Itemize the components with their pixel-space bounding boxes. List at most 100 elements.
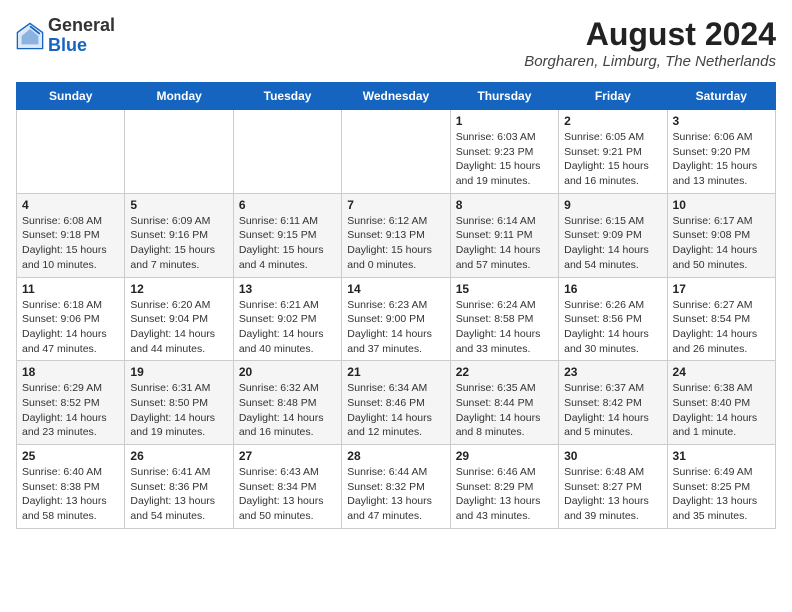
calendar-day-cell: 24Sunrise: 6:38 AM Sunset: 8:40 PM Dayli… (667, 361, 775, 445)
calendar-day-cell: 23Sunrise: 6:37 AM Sunset: 8:42 PM Dayli… (559, 361, 667, 445)
calendar-day-header: Tuesday (233, 83, 341, 110)
day-info: Sunrise: 6:44 AM Sunset: 8:32 PM Dayligh… (347, 465, 444, 524)
calendar-day-cell: 13 Sunrise: 6:21 AM Sunset: 9:02 PM Dayli… (233, 277, 341, 361)
day-number: 31 (673, 449, 770, 463)
calendar-day-cell: 12Sunrise: 6:20 AM Sunset: 9:04 PM Dayli… (125, 277, 233, 361)
day-info: Sunrise: 6:48 AM Sunset: 8:27 PM Dayligh… (564, 465, 661, 524)
day-number: 7 (347, 198, 444, 212)
logo: General Blue (16, 16, 115, 56)
day-info: Sunrise: 6:41 AM Sunset: 8:36 PM Dayligh… (130, 465, 227, 524)
day-number: 12 (130, 282, 227, 296)
calendar-day-cell: 25 Sunrise: 6:40 AM Sunset: 8:38 PM Dayli… (17, 445, 125, 529)
calendar-day-cell: 20Sunrise: 6:32 AM Sunset: 8:48 PM Dayli… (233, 361, 341, 445)
calendar-day-header: Sunday (17, 83, 125, 110)
day-info: Sunrise: 6:34 AM Sunset: 8:46 PM Dayligh… (347, 381, 444, 440)
calendar-day-cell: 6 Sunrise: 6:11 AM Sunset: 9:15 PM Daylig… (233, 193, 341, 277)
day-number: 15 (456, 282, 553, 296)
location-subtitle: Borgharen, Limburg, The Netherlands (524, 53, 776, 70)
day-number: 22 (456, 365, 553, 379)
calendar-day-cell: 19 Sunrise: 6:31 AM Sunset: 8:50 PM Dayli… (125, 361, 233, 445)
day-info: Sunrise: 6:26 AM Sunset: 8:56 PM Dayligh… (564, 298, 661, 357)
calendar-day-cell: 22 Sunrise: 6:35 AM Sunset: 8:44 PM Dayli… (450, 361, 558, 445)
day-info: Sunrise: 6:17 AM Sunset: 9:08 PM Dayligh… (673, 214, 770, 273)
day-info: Sunrise: 6:21 AM Sunset: 9:02 PM Dayligh… (239, 298, 336, 357)
day-number: 13 (239, 282, 336, 296)
calendar-day-cell: 5 Sunrise: 6:09 AM Sunset: 9:16 PM Daylig… (125, 193, 233, 277)
calendar-day-header: Thursday (450, 83, 558, 110)
day-info: Sunrise: 6:06 AM Sunset: 9:20 PM Dayligh… (673, 130, 770, 189)
day-info: Sunrise: 6:29 AM Sunset: 8:52 PM Dayligh… (22, 381, 119, 440)
calendar-day-cell: 14Sunrise: 6:23 AM Sunset: 9:00 PM Dayli… (342, 277, 450, 361)
calendar-week-row: 25 Sunrise: 6:40 AM Sunset: 8:38 PM Dayli… (17, 445, 776, 529)
day-number: 10 (673, 198, 770, 212)
calendar-week-row: 4 Sunrise: 6:08 AM Sunset: 9:18 PM Daylig… (17, 193, 776, 277)
calendar-day-cell: 16 Sunrise: 6:26 AM Sunset: 8:56 PM Dayli… (559, 277, 667, 361)
calendar-day-cell: 4 Sunrise: 6:08 AM Sunset: 9:18 PM Daylig… (17, 193, 125, 277)
calendar-day-cell (17, 110, 125, 194)
calendar-day-cell (233, 110, 341, 194)
day-number: 29 (456, 449, 553, 463)
title-area: August 2024 Borgharen, Limburg, The Neth… (524, 16, 776, 70)
day-number: 9 (564, 198, 661, 212)
day-number: 1 (456, 114, 553, 128)
calendar-day-cell: 3 Sunrise: 6:06 AM Sunset: 9:20 PM Daylig… (667, 110, 775, 194)
day-number: 4 (22, 198, 119, 212)
day-info: Sunrise: 6:12 AM Sunset: 9:13 PM Dayligh… (347, 214, 444, 273)
calendar-day-cell: 10 Sunrise: 6:17 AM Sunset: 9:08 PM Dayli… (667, 193, 775, 277)
day-number: 26 (130, 449, 227, 463)
day-number: 25 (22, 449, 119, 463)
day-info: Sunrise: 6:38 AM Sunset: 8:40 PM Dayligh… (673, 381, 770, 440)
calendar-day-cell: 27 Sunrise: 6:43 AM Sunset: 8:34 PM Dayli… (233, 445, 341, 529)
calendar-day-cell: 31 Sunrise: 6:49 AM Sunset: 8:25 PM Dayli… (667, 445, 775, 529)
day-number: 23 (564, 365, 661, 379)
day-info: Sunrise: 6:35 AM Sunset: 8:44 PM Dayligh… (456, 381, 553, 440)
day-number: 16 (564, 282, 661, 296)
logo-text: General Blue (48, 16, 115, 56)
day-number: 3 (673, 114, 770, 128)
day-number: 11 (22, 282, 119, 296)
calendar-day-cell: 8 Sunrise: 6:14 AM Sunset: 9:11 PM Daylig… (450, 193, 558, 277)
day-info: Sunrise: 6:49 AM Sunset: 8:25 PM Dayligh… (673, 465, 770, 524)
calendar-day-cell: 9 Sunrise: 6:15 AM Sunset: 9:09 PM Daylig… (559, 193, 667, 277)
calendar-day-cell: 2 Sunrise: 6:05 AM Sunset: 9:21 PM Daylig… (559, 110, 667, 194)
day-info: Sunrise: 6:43 AM Sunset: 8:34 PM Dayligh… (239, 465, 336, 524)
day-number: 14 (347, 282, 444, 296)
calendar-day-cell: 30Sunrise: 6:48 AM Sunset: 8:27 PM Dayli… (559, 445, 667, 529)
calendar-table: SundayMondayTuesdayWednesdayThursdayFrid… (16, 82, 776, 529)
day-info: Sunrise: 6:09 AM Sunset: 9:16 PM Dayligh… (130, 214, 227, 273)
calendar-day-cell: 26 Sunrise: 6:41 AM Sunset: 8:36 PM Dayli… (125, 445, 233, 529)
calendar-day-cell: 15Sunrise: 6:24 AM Sunset: 8:58 PM Dayli… (450, 277, 558, 361)
day-number: 2 (564, 114, 661, 128)
page-header: General Blue August 2024 Borgharen, Limb… (16, 16, 776, 70)
month-year-title: August 2024 (524, 16, 776, 53)
day-info: Sunrise: 6:03 AM Sunset: 9:23 PM Dayligh… (456, 130, 553, 189)
day-number: 20 (239, 365, 336, 379)
day-info: Sunrise: 6:40 AM Sunset: 8:38 PM Dayligh… (22, 465, 119, 524)
day-info: Sunrise: 6:11 AM Sunset: 9:15 PM Dayligh… (239, 214, 336, 273)
calendar-day-cell: 29Sunrise: 6:46 AM Sunset: 8:29 PM Dayli… (450, 445, 558, 529)
day-info: Sunrise: 6:31 AM Sunset: 8:50 PM Dayligh… (130, 381, 227, 440)
day-number: 19 (130, 365, 227, 379)
day-info: Sunrise: 6:08 AM Sunset: 9:18 PM Dayligh… (22, 214, 119, 273)
day-info: Sunrise: 6:14 AM Sunset: 9:11 PM Dayligh… (456, 214, 553, 273)
calendar-day-cell (125, 110, 233, 194)
calendar-day-header: Wednesday (342, 83, 450, 110)
day-number: 27 (239, 449, 336, 463)
calendar-day-cell: 7 Sunrise: 6:12 AM Sunset: 9:13 PM Daylig… (342, 193, 450, 277)
calendar-day-cell: 28 Sunrise: 6:44 AM Sunset: 8:32 PM Dayli… (342, 445, 450, 529)
calendar-day-header: Friday (559, 83, 667, 110)
calendar-day-cell: 18Sunrise: 6:29 AM Sunset: 8:52 PM Dayli… (17, 361, 125, 445)
day-info: Sunrise: 6:15 AM Sunset: 9:09 PM Dayligh… (564, 214, 661, 273)
day-number: 5 (130, 198, 227, 212)
day-number: 28 (347, 449, 444, 463)
day-info: Sunrise: 6:05 AM Sunset: 9:21 PM Dayligh… (564, 130, 661, 189)
day-number: 6 (239, 198, 336, 212)
calendar-week-row: 1 Sunrise: 6:03 AM Sunset: 9:23 PM Daylig… (17, 110, 776, 194)
calendar-day-cell: 1 Sunrise: 6:03 AM Sunset: 9:23 PM Daylig… (450, 110, 558, 194)
calendar-day-cell: 17Sunrise: 6:27 AM Sunset: 8:54 PM Dayli… (667, 277, 775, 361)
calendar-day-cell: 21 Sunrise: 6:34 AM Sunset: 8:46 PM Dayli… (342, 361, 450, 445)
calendar-day-header: Monday (125, 83, 233, 110)
day-number: 21 (347, 365, 444, 379)
day-number: 8 (456, 198, 553, 212)
logo-icon (16, 22, 44, 50)
